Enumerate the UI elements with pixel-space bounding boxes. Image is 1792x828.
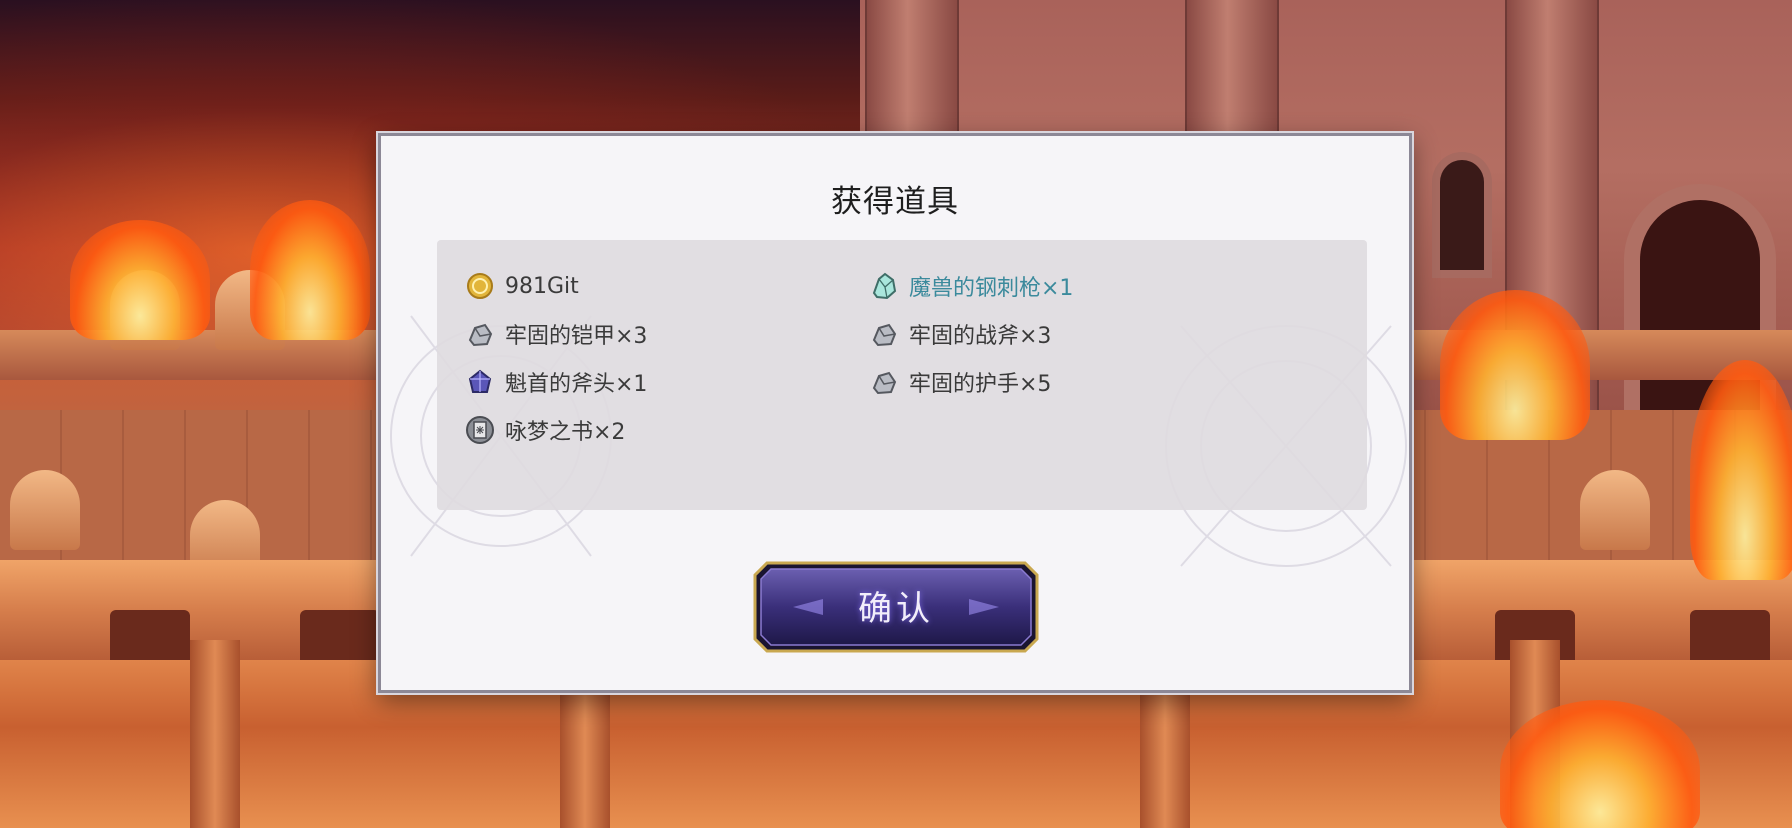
item-label: 981Git [505,273,579,299]
ore-material-icon [869,367,899,397]
crystal-material-icon [869,271,899,301]
fire-effect [70,220,210,340]
list-item: 牢固的铠甲×3 [465,316,647,352]
list-item: 牢固的战斧×3 [869,316,1051,352]
dialog-title: 获得道具 [831,184,959,220]
game-scene: 获得道具 981Git 牢固的铠甲×3 魁首的斧头×1 咏梦之书×2 魔兽的钢刺… [0,0,1792,828]
item-label: 牢固的护手×5 [909,372,1052,397]
railing-opening [300,610,380,660]
ore-material-icon [465,319,495,349]
item-label: 牢固的战斧×3 [909,324,1052,349]
ore-material-icon [869,319,899,349]
list-item: 牢固的护手×5 [869,364,1051,400]
gothic-window [1440,160,1484,270]
list-item: 981Git [465,268,579,304]
list-item: 咏梦之书×2 [465,412,625,448]
purple-crystal-icon [465,367,495,397]
item-label: 牢固的铠甲×3 [505,324,648,349]
item-reward-dialog: 获得道具 981Git 牢固的铠甲×3 魁首的斧头×1 咏梦之书×2 魔兽的钢刺… [378,133,1412,693]
items-list: 981Git 牢固的铠甲×3 魁首的斧头×1 咏梦之书×2 魔兽的钢刺枪×1 牢… [437,240,1367,510]
railing-finial [1580,470,1650,550]
item-label: 魔兽的钢刺枪×1 [909,276,1074,301]
railing-opening [110,610,190,660]
railing-post [190,640,240,828]
list-item: 魁首的斧头×1 [465,364,647,400]
fire-effect [1690,360,1792,580]
book-icon [465,415,495,445]
confirm-button-label: 确认 [858,589,934,629]
list-item: 魔兽的钢刺枪×1 [869,268,1073,304]
confirm-button[interactable]: 确认 [753,561,1039,653]
gold-coin-icon [465,271,495,301]
item-label: 咏梦之书×2 [505,420,626,445]
item-label: 魁首的斧头×1 [505,372,648,397]
fire-effect [1440,290,1590,440]
railing-opening [1690,610,1770,660]
fire-effect [1500,700,1700,828]
railing-finial [10,470,80,550]
fire-effect [250,200,370,340]
